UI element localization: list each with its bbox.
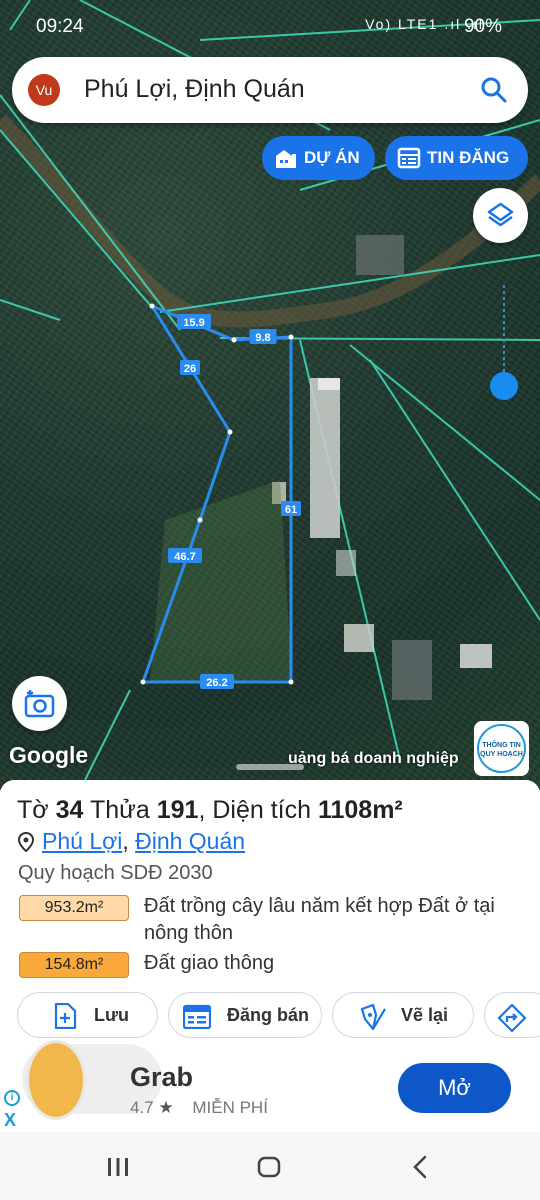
camera-icon — [24, 690, 55, 718]
layers-icon — [487, 202, 514, 227]
zone-description: Đất trồng cây lâu năm kết hợp Đất ở tại … — [144, 895, 495, 944]
plan-label: Quy hoạch SDĐ 2030 — [18, 862, 213, 884]
sheet-drag-handle[interactable] — [236, 764, 304, 770]
area-value: 1108m² — [317, 796, 403, 824]
list-icon — [397, 147, 421, 169]
ad-banner[interactable]: Grab 4.7 ★ MIỄN PHÍ Mở i X — [0, 1040, 540, 1132]
to-label: Tờ — [17, 796, 49, 824]
avatar[interactable]: Vu — [28, 74, 60, 106]
advertise-text[interactable]: uảng bá doanh nghiệp — [288, 750, 459, 768]
search-input[interactable]: Phú Lợi, Định Quán — [84, 75, 305, 104]
save-button[interactable]: Lưu — [17, 992, 158, 1038]
dang-ban-button[interactable]: Đăng bán — [168, 992, 322, 1038]
pencil-icon — [360, 1003, 386, 1031]
edge-length-label: 61 — [281, 501, 301, 516]
svg-text:26: 26 — [184, 363, 196, 375]
ad-rating: 4.7 ★ MIỄN PHÍ — [130, 1098, 268, 1118]
svg-text:46.7: 46.7 — [174, 551, 195, 563]
zone-area-badge: 953.2m² — [19, 895, 129, 921]
status-bar: 09:24 Vo) LTE1 .ıl .ıl 90% — [0, 0, 540, 52]
route-icon — [497, 1003, 527, 1033]
parcel-location: Phú Lợi, Định Quán — [17, 828, 245, 855]
file-plus-icon — [54, 1003, 77, 1029]
du-an-label: DỰ ÁN — [304, 148, 360, 167]
status-time: 09:24 — [36, 16, 84, 37]
parcel-vertex — [288, 679, 294, 685]
google-logo: Google — [9, 742, 89, 768]
tin-dang-label: TIN ĐĂNG — [427, 148, 510, 167]
edge-length-label: 15.9 — [177, 314, 211, 329]
location-pin-icon — [17, 831, 35, 853]
parcel-vertex — [140, 679, 146, 685]
zone-area-badge: 154.8m² — [19, 952, 129, 978]
thong-tin-quy-hoach-button[interactable]: THÔNG TIN QUY HOẠCH — [474, 721, 529, 776]
save-label: Lưu — [94, 1005, 130, 1025]
thong-tin-quy-hoach-logo: THÔNG TIN QUY HOẠCH — [477, 724, 526, 773]
ad-info-icon[interactable]: i — [4, 1090, 20, 1106]
ward-link[interactable]: Phú Lợi — [42, 828, 122, 854]
edge-length-label: 46.7 — [168, 548, 202, 563]
parcel-vertex — [231, 337, 237, 343]
home-icon[interactable] — [257, 1156, 281, 1178]
svg-text:26.2: 26.2 — [206, 677, 227, 689]
thua-label: Thửa — [89, 796, 150, 824]
ad-app-name: Grab — [130, 1062, 194, 1092]
map-scroll-handle[interactable] — [490, 372, 518, 400]
du-an-button[interactable]: DỰ ÁN — [262, 136, 375, 180]
system-nav-bar — [0, 1132, 540, 1200]
parcel-vertex — [288, 334, 294, 340]
ad-open-button[interactable]: Mở — [398, 1063, 511, 1113]
recent-apps-icon[interactable] — [106, 1156, 130, 1178]
edge-length-label: 26 — [180, 360, 200, 375]
district-link[interactable]: Định Quán — [135, 828, 245, 854]
building-icon — [276, 150, 296, 168]
tin-dang-button[interactable]: TIN ĐĂNG — [385, 136, 528, 180]
search-bar[interactable]: Vu Phú Lợi, Định Quán — [12, 57, 528, 123]
parcel-vertex — [197, 517, 203, 523]
edge-length-label: 26.2 — [200, 674, 234, 689]
layers-button[interactable] — [473, 188, 528, 243]
zone-description: Đất giao thông — [144, 952, 275, 974]
dang-ban-label: Đăng bán — [227, 1005, 310, 1025]
redraw-label: Vẽ lại — [401, 1005, 449, 1025]
ad-rating-value: 4.7 — [130, 1098, 154, 1117]
search-icon[interactable] — [480, 76, 508, 104]
parcel-vertex — [149, 303, 155, 309]
to-value: 34 — [55, 796, 84, 824]
calendar-icon — [183, 1004, 211, 1029]
thua-value: 191 — [156, 796, 199, 824]
area-label: , Diện tích — [198, 796, 311, 824]
parcel-vertex — [227, 429, 233, 435]
svg-text:61: 61 — [285, 504, 297, 516]
redraw-button[interactable]: Vẽ lại — [332, 992, 474, 1038]
parcel-title: Tờ 34 Thửa 191, Diện tích 1108m² — [17, 796, 403, 825]
ad-price: MIỄN PHÍ — [192, 1098, 268, 1117]
ad-close-icon[interactable]: X — [4, 1110, 16, 1131]
battery-level: 90% — [463, 16, 502, 37]
back-icon[interactable] — [410, 1154, 430, 1180]
svg-text:9.8: 9.8 — [255, 332, 270, 344]
star-icon: ★ — [158, 1098, 174, 1117]
directions-button[interactable] — [484, 992, 540, 1038]
camera-button[interactable] — [12, 676, 67, 731]
svg-text:15.9: 15.9 — [183, 317, 204, 329]
edge-length-label: 9.8 — [249, 329, 277, 344]
